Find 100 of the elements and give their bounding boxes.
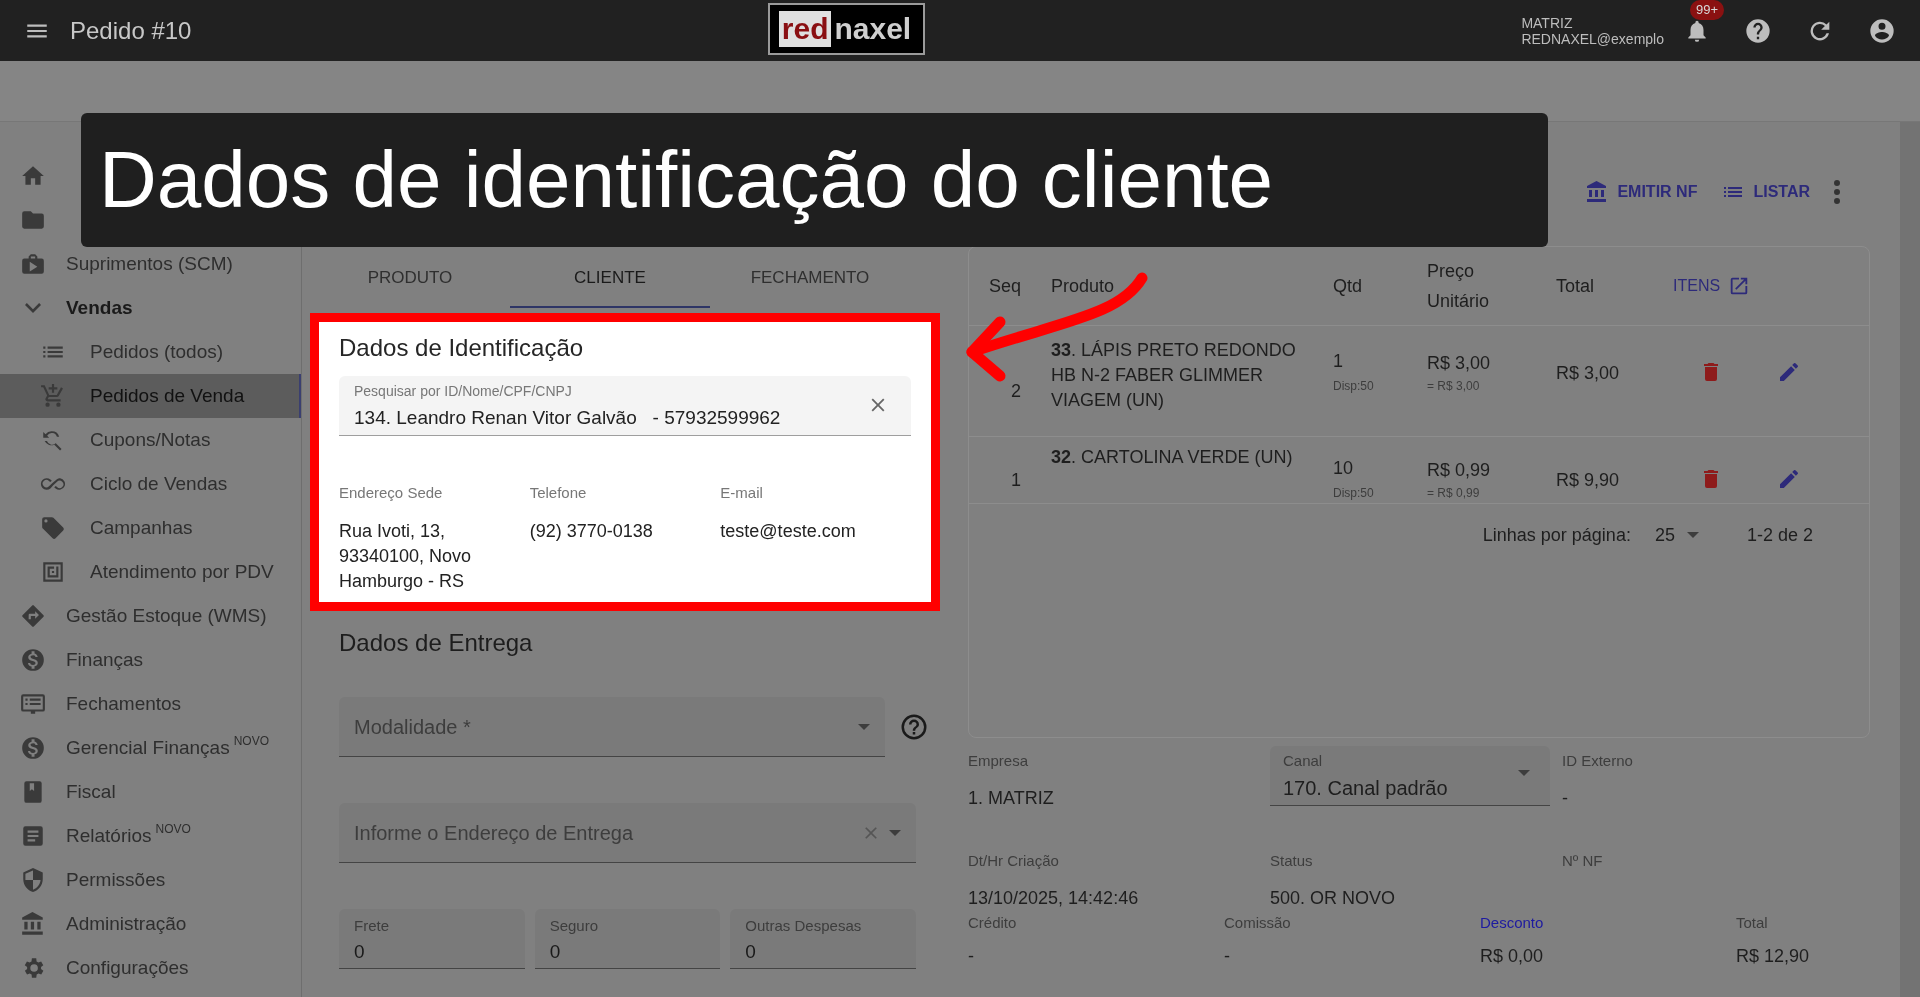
stock-note: Disp:50 [1333,485,1375,502]
sidebar-item[interactable]: Gerencial Finanças [66,733,230,763]
edit-icon[interactable] [1777,467,1801,491]
items-link[interactable]: ITENS [1673,274,1751,298]
notification-badge: 99+ [1690,0,1725,20]
field-value: 13/10/2025, 14:42:46 [968,886,1140,910]
column-header: Qtd [1333,274,1362,298]
toolbar-button[interactable]: EMITIR NF [1585,180,1698,204]
field-value: - [1224,944,1231,968]
sidebar-item[interactable]: Ciclo de Vendas [90,469,228,499]
account-icon [1868,16,1896,45]
field-label: Crédito [968,913,1018,933]
company-name: MATRIZ [1521,14,1574,31]
sidebar-item[interactable]: Suprimentos (SCM) [66,249,233,279]
table-cell-text: 2 [1010,381,1021,401]
input-field[interactable]: Frete 0 [339,909,525,969]
field-value: R$ 12,90 [1736,944,1811,968]
new-label: NOVO [155,822,191,836]
field-value: 1. MATRIZ [968,786,1055,810]
table-cell-text: 1 [1010,470,1021,490]
sidebar-item[interactable]: Permissões [66,865,166,895]
tag-icon [40,515,66,541]
sidebar-item[interactable]: Atendimento por PDV [90,557,274,587]
table-cell-text: R$ 0,99 [1427,459,1492,482]
sidebar-item[interactable]: Campanhas [90,513,193,543]
table-cell-text: 32. CARTOLINA VERDE (UN) [1051,446,1294,469]
table-cell: R$ 3,00 [1556,363,1620,383]
select-field[interactable]: Informe o Endereço de Entrega [339,803,916,863]
table-cell-text: R$ 3,00 [1427,352,1492,375]
page-title: Pedido #10 [70,15,192,46]
help-icon [1744,16,1772,45]
sidebar-item[interactable]: Relatórios [66,821,152,851]
shield-icon [20,867,46,893]
input-field[interactable]: Outras Despesas 0 [730,909,916,969]
pagination-range: 1-2 de 2 [1746,523,1813,547]
table-cell-text: 33. LÁPIS PRETO REDONDO HB N-2 FABER GLIMMER VIAGEM (UN) [1051,339,1297,412]
new-label: NOVO [233,734,270,748]
field-value: teste@teste.com [720,519,857,543]
sidebar-item[interactable]: Finanças [66,645,144,675]
toolbar-button[interactable]: LISTAR [1721,180,1810,204]
sidebar-item[interactable]: Administração [66,909,187,939]
section-title: Dados de Entrega [339,628,534,658]
tab[interactable]: PRODUTO [310,250,510,308]
caret-icon [1518,770,1530,776]
dollar-icon [20,735,46,761]
more-icon [1834,180,1840,204]
chevron-down-icon [25,303,41,313]
rows-per-page-select[interactable]: 25 [1654,521,1699,549]
logo: red naxel [768,3,925,55]
field-label: Total [1736,913,1769,933]
field-label: Comissão [1224,913,1292,933]
section-title: Dados de Identificação [339,333,585,363]
search-field[interactable]: Pesquisar por ID/Nome/CPF/CNPJ 134. Leandro Renan Vitor Galvão - 57932599962 [339,376,911,436]
field-label: Telefone [529,483,588,503]
sidebar-item[interactable]: Gestão Estoque (WMS) [66,601,267,631]
field-value: R$ 0,00 [1480,944,1545,968]
column-header: Preço Unitário [1427,260,1491,313]
direction-sign-icon [20,603,46,629]
caret-icon [858,723,870,730]
field-label: Nº NF [1562,851,1604,871]
tab[interactable]: FECHAMENTO [710,250,910,308]
caret-icon [1686,532,1699,538]
discount-link[interactable]: Desconto [1480,912,1736,935]
stock-note: Disp:50 [1333,378,1375,395]
cart-icon [40,383,66,409]
input-field[interactable]: Seguro 0 [534,909,721,969]
sidebar-group[interactable]: Vendas [66,293,133,323]
field-value: - [1562,786,1569,810]
bank-icon [20,911,46,937]
tab[interactable]: CLIENTE [510,250,710,308]
dollar-icon [20,647,46,673]
caption-banner: Dados de identificação do cliente [81,113,1548,247]
sidebar-item[interactable]: Cupons/Notas [90,425,211,455]
sidebar-item[interactable]: Pedidos (todos) [90,337,224,367]
briefcase-icon [20,251,46,277]
select-field[interactable]: Canal 170. Canal padrão [1270,746,1550,806]
field-label: Status [1270,851,1314,871]
sidebar-item[interactable]: Fechamentos [66,689,182,719]
column-header: Seq [989,274,1022,298]
monitor-list-icon [20,691,46,717]
field-label: Dt/Hr Criação [968,851,1060,871]
field-value: Rua Ivoti, 13, 93340100, Novo Hamburgo - RS [339,519,473,593]
user-email: REDNAXEL@exemplo [1521,30,1664,47]
table-cell-text: 1 [1333,350,1344,373]
column-header: Total [1556,274,1595,298]
table-cell: R$ 9,90 [1556,470,1620,490]
field-label: Empresa [968,751,1030,771]
field-value: - [968,944,975,968]
pagination-label: Linhas por página: [1482,523,1631,547]
document-icon [20,823,46,849]
caret-icon [889,829,901,836]
field-label: ID Externo [1562,751,1634,771]
price-note: = R$ 0,99 [1427,485,1481,502]
column-header: Produto [1051,274,1115,298]
sidebar-item[interactable]: Configurações [66,953,189,983]
edit-icon[interactable] [1777,360,1801,384]
select-field[interactable]: Modalidade * [339,697,885,757]
sidebar-item[interactable]: Fiscal [66,777,116,807]
help-icon [899,712,929,742]
field-label: E-mail [720,483,764,503]
